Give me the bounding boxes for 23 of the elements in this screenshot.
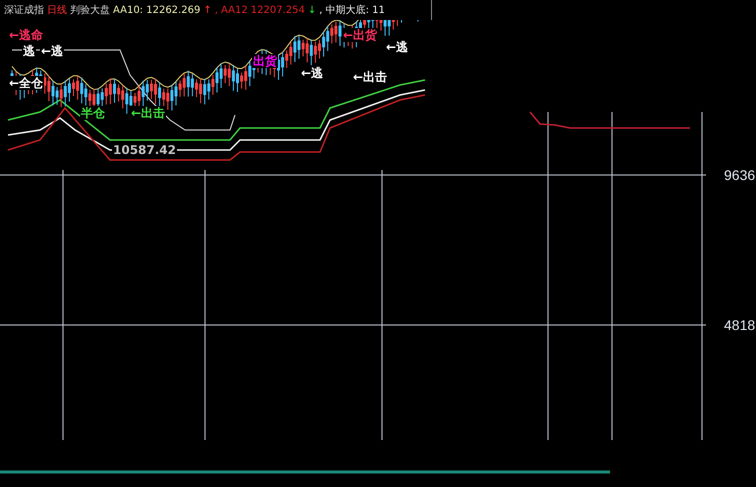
signal-label: ←逃: [385, 40, 410, 54]
axis-label: 9636: [724, 167, 756, 183]
signal-label: 10587.42: [112, 143, 178, 157]
signal-label: ←全仓: [8, 76, 44, 90]
signal-label: ←出击: [130, 106, 166, 120]
header-text: ↓: [308, 4, 316, 16]
signal-label: 逃: [22, 44, 36, 58]
header-text: 12207.254: [250, 4, 305, 16]
signal-label: ←逃: [300, 66, 324, 80]
signal-label: ←逃: [40, 44, 64, 58]
signal-label: ←出货: [342, 28, 378, 42]
signal-label: 半仓: [80, 106, 106, 120]
header-text: , AA12: [214, 4, 248, 16]
header-text: AA10: 12262.269: [113, 4, 200, 16]
header-text: 深证成指: [4, 4, 44, 17]
header-text: , 中期大底: 11: [319, 4, 385, 17]
signal-label: ←出击: [352, 70, 388, 84]
header-text: ↑: [203, 4, 212, 16]
header-text: 日线: [47, 4, 67, 17]
signal-label: ←逃命: [8, 28, 44, 42]
signal-label: 出货: [252, 54, 278, 68]
header-text: 判验大盘: [70, 4, 110, 17]
axis-label: 4818: [724, 317, 756, 333]
